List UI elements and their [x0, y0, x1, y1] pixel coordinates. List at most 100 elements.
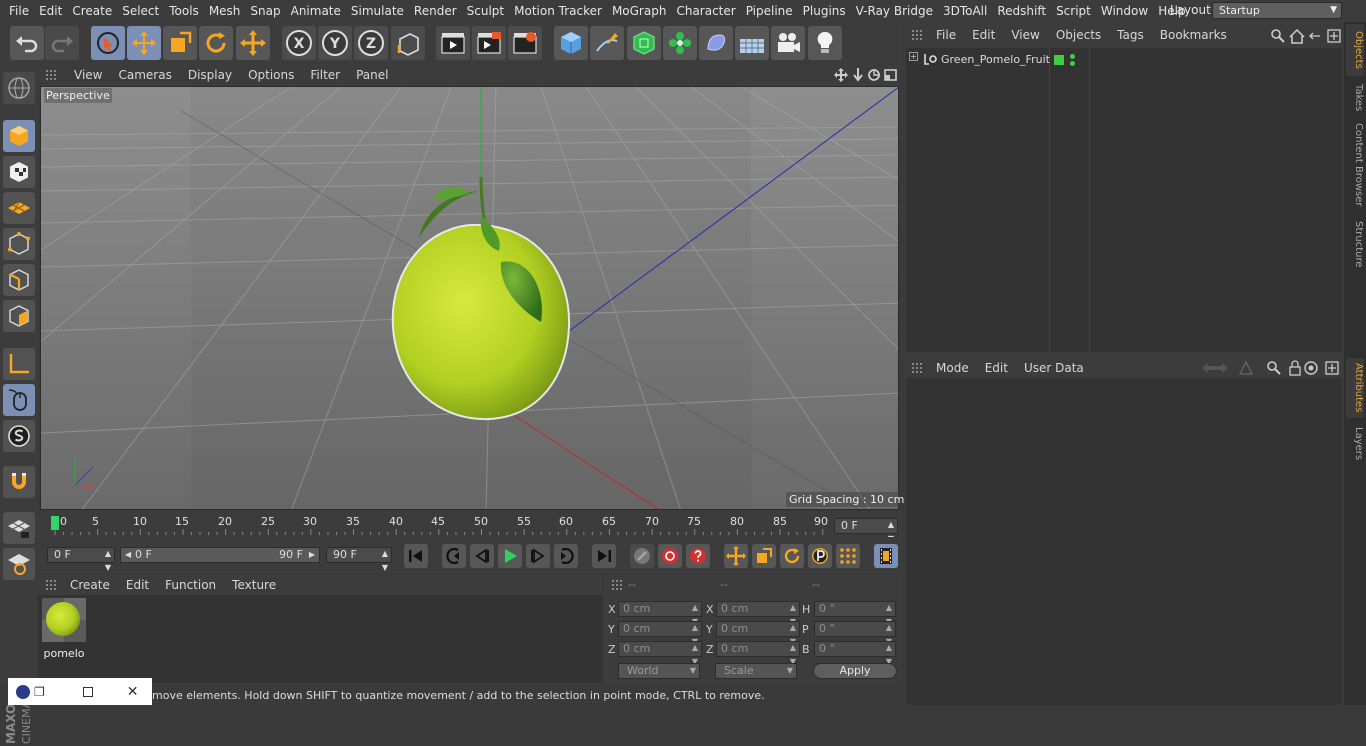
size-z-field[interactable]: 0 cm ▲ ▼: [716, 641, 800, 666]
frame-range-slider[interactable]: ◀ 0 F 90 F ▶: [120, 547, 320, 563]
menu-motion-tracker[interactable]: Motion Tracker: [509, 4, 607, 18]
material-menu-edit[interactable]: Edit: [118, 578, 157, 592]
undo-button[interactable]: [10, 26, 44, 60]
workplane-button[interactable]: [3, 192, 35, 224]
attributes-menu-user-data[interactable]: User Data: [1016, 361, 1092, 375]
cube-button[interactable]: [554, 26, 588, 60]
objects-menu-tags[interactable]: Tags: [1109, 28, 1152, 42]
recent-tools-button[interactable]: [236, 26, 270, 60]
object-row[interactable]: + Green_Pomelo_Fruit: [906, 50, 1342, 70]
menu-select[interactable]: Select: [117, 4, 164, 18]
render-view-button[interactable]: [436, 26, 470, 60]
go-to-previous-key-button[interactable]: [442, 544, 466, 568]
apply-button[interactable]: Apply: [813, 663, 897, 679]
menu-tools[interactable]: Tools: [164, 4, 204, 18]
subdivision-button[interactable]: [627, 26, 661, 60]
parameter-key-button[interactable]: [808, 544, 832, 568]
close-icon[interactable]: ✕: [127, 684, 139, 700]
keyframe-selection-button[interactable]: [686, 544, 710, 568]
redo-button[interactable]: [45, 26, 79, 60]
menu-pipeline[interactable]: Pipeline: [741, 4, 798, 18]
object-manager-tools[interactable]: [1270, 28, 1342, 44]
go-to-previous-frame-button[interactable]: [470, 544, 494, 568]
go-to-end-button[interactable]: [592, 544, 616, 568]
point-level-animation-button[interactable]: [836, 544, 860, 568]
timeline-ruler[interactable]: 0 5 10 15 20 25 30 35 40 45 50 55 60 65 …: [38, 511, 902, 543]
menu-simulate[interactable]: Simulate: [346, 4, 409, 18]
menu-3dtoall[interactable]: 3DToAll: [938, 4, 992, 18]
restore-icon[interactable]: ❐: [34, 685, 45, 699]
attribute-manager-tools[interactable]: [1200, 360, 1342, 376]
grip-icon[interactable]: [44, 68, 58, 82]
menu-window[interactable]: Window: [1096, 4, 1153, 18]
menu-mesh[interactable]: Mesh: [204, 4, 246, 18]
editor-visibility-dot[interactable]: [1070, 54, 1075, 59]
render-settings-button[interactable]: [508, 26, 542, 60]
menu-snap[interactable]: Snap: [245, 4, 285, 18]
menu-mograph[interactable]: MoGraph: [607, 4, 672, 18]
pen-button[interactable]: [590, 26, 624, 60]
coordinate-space-select[interactable]: World ▼: [618, 663, 700, 679]
move-button[interactable]: [127, 26, 161, 60]
menu-character[interactable]: Character: [671, 4, 740, 18]
size-y-field[interactable]: 0 cm▲▼: [716, 621, 800, 646]
go-to-start-button[interactable]: [404, 544, 428, 568]
menu-edit[interactable]: Edit: [34, 4, 67, 18]
snapping-button[interactable]: [3, 466, 35, 498]
rot-b-field[interactable]: 0 ° ▲ ▼: [814, 641, 896, 666]
model-mode-button[interactable]: [3, 120, 35, 152]
live-select-button[interactable]: [91, 26, 125, 60]
tweak-mode-button[interactable]: [3, 384, 35, 416]
go-to-next-key-button[interactable]: [554, 544, 578, 568]
attributes-menu-edit[interactable]: Edit: [977, 361, 1016, 375]
cloner-button[interactable]: [663, 26, 697, 60]
enable-axis-button[interactable]: [3, 348, 35, 380]
material-menu-texture[interactable]: Texture: [224, 578, 284, 592]
current-frame-field[interactable]: 0 F▲▼: [834, 518, 898, 543]
maximize-icon[interactable]: [82, 686, 93, 697]
start-frame-field[interactable]: 0 F ▲ ▼: [47, 547, 115, 572]
polygons-mode-button[interactable]: [3, 300, 35, 332]
grip-icon[interactable]: [910, 361, 924, 375]
planar-workplane-button[interactable]: [3, 548, 35, 580]
scale-button[interactable]: [163, 26, 197, 60]
edges-mode-button[interactable]: [3, 264, 35, 296]
texture-mode-button[interactable]: [3, 156, 35, 188]
tab-objects[interactable]: Objects: [1346, 24, 1364, 76]
y-axis-button[interactable]: Y: [318, 26, 352, 60]
menu-plugins[interactable]: Plugins: [798, 4, 851, 18]
material-menu-function[interactable]: Function: [157, 578, 224, 592]
end-frame-field[interactable]: 90 F ▲ ▼: [326, 547, 392, 572]
perspective-viewport[interactable]: [40, 86, 899, 510]
floor-button[interactable]: [735, 26, 769, 60]
viewport-nav-icons[interactable]: [834, 67, 898, 83]
record-active-objects-button[interactable]: [630, 544, 654, 568]
scale-key-button[interactable]: [752, 544, 776, 568]
menu-sculpt[interactable]: Sculpt: [462, 4, 509, 18]
tab-attributes[interactable]: Attributes: [1346, 358, 1364, 418]
position-key-button[interactable]: [724, 544, 748, 568]
menu-script[interactable]: Script: [1051, 4, 1096, 18]
range-left-arrow-icon[interactable]: ◀: [125, 548, 131, 562]
viewport-menu-options[interactable]: Options: [240, 68, 302, 82]
z-axis-button[interactable]: Z: [354, 26, 388, 60]
objects-menu-view[interactable]: View: [1003, 28, 1047, 42]
menu-render[interactable]: Render: [409, 4, 462, 18]
viewport-scene[interactable]: [41, 87, 899, 510]
objects-menu-bookmarks[interactable]: Bookmarks: [1152, 28, 1235, 42]
deformer-button[interactable]: [699, 26, 733, 60]
viewport-menu-view[interactable]: View: [66, 68, 110, 82]
render-picture-viewer-button[interactable]: [472, 26, 506, 60]
timeline-window-button[interactable]: [874, 544, 898, 568]
viewport-menu-filter[interactable]: Filter: [302, 68, 348, 82]
camera-button[interactable]: [771, 26, 805, 60]
size-x-field[interactable]: 0 cm▲▼: [716, 601, 800, 626]
menu-vray-bridge[interactable]: V-Ray Bridge: [851, 4, 938, 18]
range-right-arrow-icon[interactable]: ▶: [309, 548, 315, 562]
spinner-icon[interactable]: ▲▼: [105, 547, 111, 575]
play-forwards-button[interactable]: [498, 544, 522, 568]
object-name[interactable]: Green_Pomelo_Fruit: [941, 53, 1050, 66]
objects-menu-file[interactable]: File: [928, 28, 964, 42]
light-button[interactable]: [808, 26, 842, 60]
grip-icon[interactable]: [44, 578, 58, 592]
